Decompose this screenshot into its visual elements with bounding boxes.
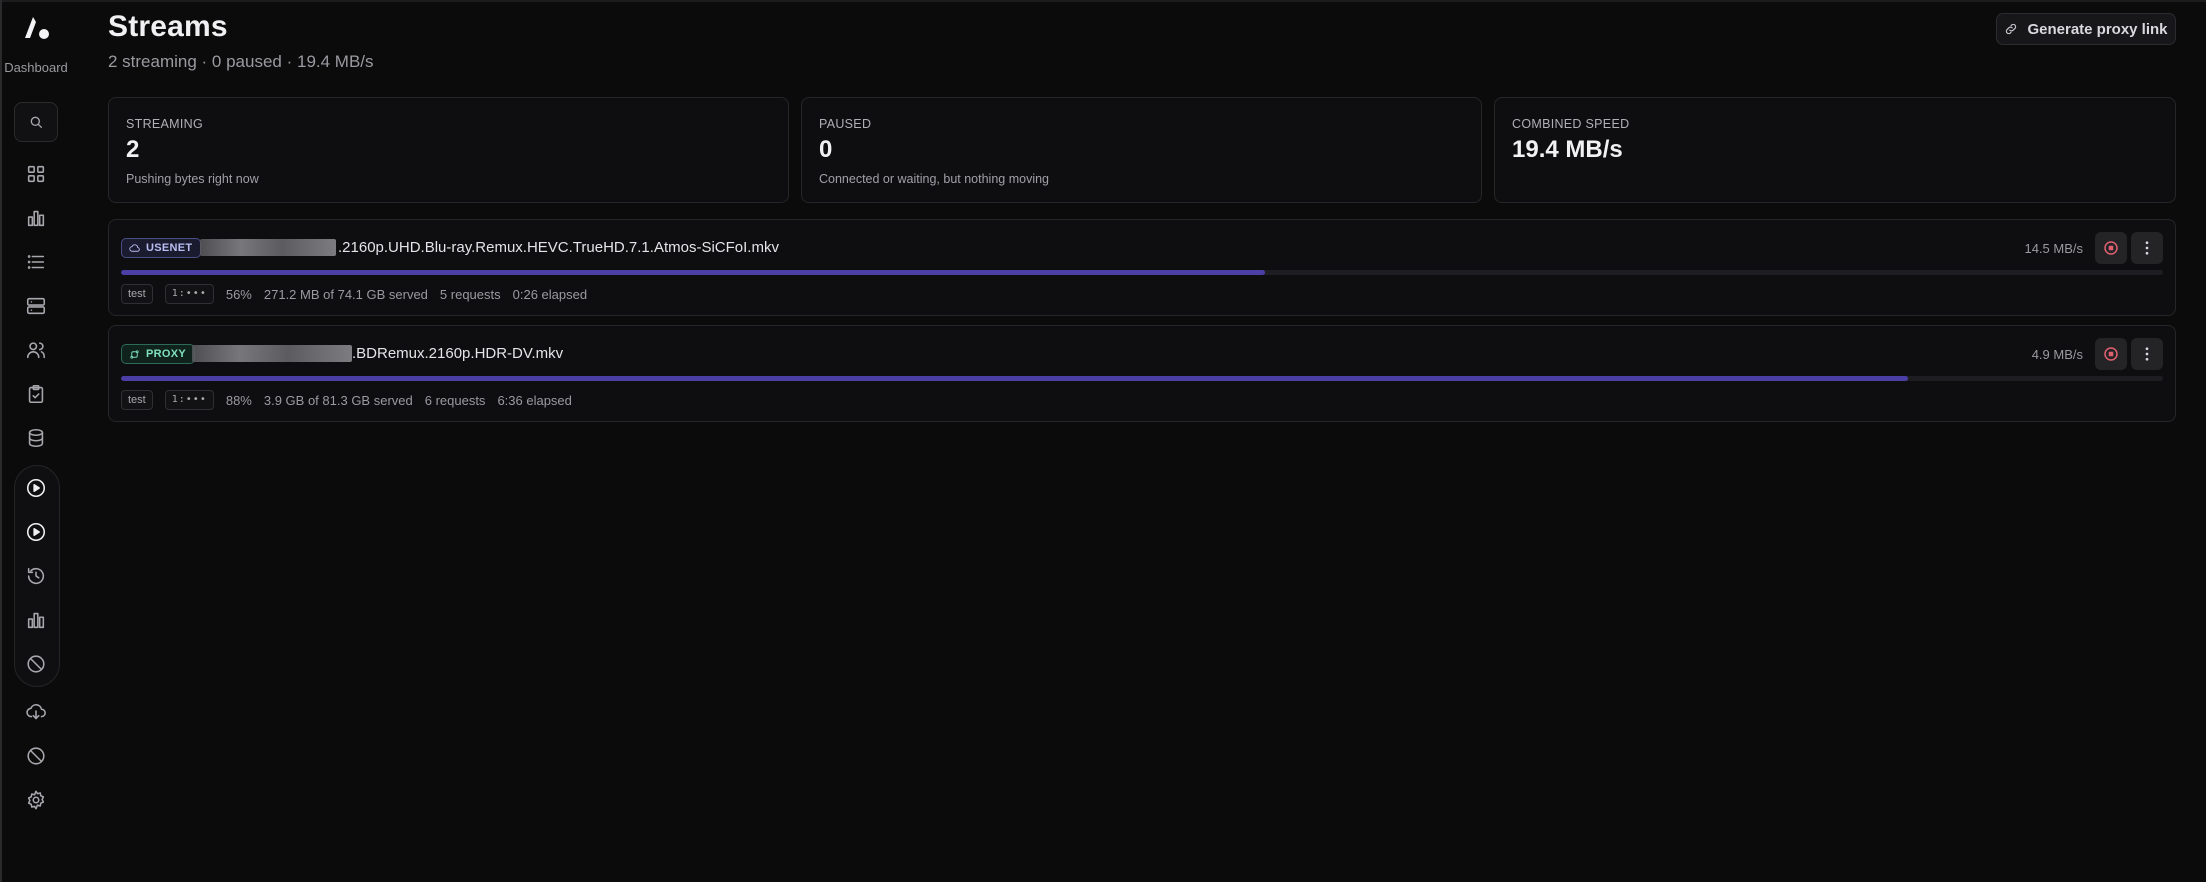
list-icon xyxy=(27,255,45,269)
app-logo[interactable] xyxy=(22,14,52,44)
generate-proxy-link-label: Generate proxy link xyxy=(2027,20,2168,38)
sidebar-search-button[interactable] xyxy=(14,102,58,142)
stream-elapsed: 6:36 elapsed xyxy=(497,392,572,408)
sidebar: Dashboard xyxy=(2,2,70,880)
sidebar-item-streams[interactable] xyxy=(16,470,56,506)
sidebar-item-streams-active[interactable] xyxy=(16,514,56,550)
stream-progress-fill xyxy=(121,270,1265,275)
stat-card-paused: PAUSED 0 Connected or waiting, but nothi… xyxy=(801,97,1482,203)
stream-filename: .2160p.UHD.Blu-ray.Remux.HEVC.TrueHD.7.1… xyxy=(338,239,779,256)
sidebar-item-analytics[interactable] xyxy=(16,200,56,236)
sidebar-item-history[interactable] xyxy=(16,558,56,594)
stat-caption: Connected or waiting, but nothing moving xyxy=(819,172,1050,186)
stream-menu-button[interactable] xyxy=(2131,232,2163,264)
cloud-icon xyxy=(129,244,140,252)
stat-value: 19.4 MB/s xyxy=(1512,136,1623,163)
cloud-download-icon xyxy=(26,704,46,720)
stream-row: USENET .2160p.UHD.Blu-ray.Remux.HEVC.Tru… xyxy=(108,219,2176,316)
stop-stream-button[interactable] xyxy=(2095,232,2127,264)
stream-progress-bar xyxy=(121,376,2163,381)
stat-label: PAUSED xyxy=(819,117,872,131)
stream-filename: .BDRemux.2160p.HDR-DV.mkv xyxy=(352,345,564,362)
ip-tag[interactable]: 1:••• xyxy=(164,390,214,410)
stream-progress-bar xyxy=(121,270,2163,275)
generate-proxy-link-button[interactable]: Generate proxy link xyxy=(1996,13,2176,45)
stream-percent: 56% xyxy=(225,286,252,302)
server-icon xyxy=(26,297,46,315)
stream-served: 3.9 GB of 81.3 GB served xyxy=(263,392,413,408)
history-icon xyxy=(27,567,45,585)
grid-icon xyxy=(27,165,45,183)
stream-served: 271.2 MB of 74.1 GB served xyxy=(263,286,428,302)
stat-caption: Pushing bytes right now xyxy=(126,172,259,186)
users-icon xyxy=(26,342,46,359)
play-circle-icon xyxy=(26,478,46,498)
stop-circle-icon xyxy=(2104,241,2118,255)
stream-meta: test 1:••• 88% 3.9 GB of 81.3 GB served … xyxy=(121,390,572,410)
ban-icon xyxy=(27,655,45,673)
page-title: Streams xyxy=(108,10,228,43)
stream-elapsed: 0:26 elapsed xyxy=(512,286,588,302)
clipboard-check-icon xyxy=(28,384,44,404)
page-subtitle: 2 streaming · 0 paused · 19.4 MB/s xyxy=(108,52,374,71)
stat-card-streaming: STREAMING 2 Pushing bytes right now xyxy=(108,97,789,203)
sidebar-item-settings[interactable] xyxy=(16,782,56,818)
stream-progress-fill xyxy=(121,376,1908,381)
sidebar-item-blocklist[interactable] xyxy=(16,738,56,774)
sidebar-item-database[interactable] xyxy=(16,420,56,456)
stat-value: 2 xyxy=(126,136,140,163)
stream-meta: test 1:••• 56% 271.2 MB of 74.1 GB serve… xyxy=(121,284,587,304)
sidebar-item-stream-stats[interactable] xyxy=(16,602,56,638)
sidebar-item-downloads[interactable] xyxy=(16,694,56,730)
stream-requests: 5 requests xyxy=(439,286,501,302)
play-circle-icon xyxy=(26,522,46,542)
stream-percent: 88% xyxy=(225,392,252,408)
source-badge-proxy: PROXY xyxy=(121,344,196,364)
stream-speed: 4.9 MB/s xyxy=(2031,347,2083,362)
database-icon xyxy=(28,428,44,448)
sidebar-item-stream-blocklist[interactable] xyxy=(16,646,56,682)
more-vertical-icon xyxy=(2145,241,2149,255)
stat-value: 0 xyxy=(819,136,833,163)
user-tag: test xyxy=(121,390,153,410)
ip-tag[interactable]: 1:••• xyxy=(164,284,214,304)
more-vertical-icon xyxy=(2145,347,2149,361)
stop-stream-button[interactable] xyxy=(2095,338,2127,370)
ban-icon xyxy=(27,747,45,765)
stream-row: PROXY .BDRemux.2160p.HDR-DV.mkv 4.9 MB/s… xyxy=(108,325,2176,422)
redacted-filename-prefix xyxy=(192,345,352,362)
gear-icon xyxy=(27,790,45,810)
redacted-filename-prefix xyxy=(200,239,336,256)
proxy-route-icon xyxy=(130,350,139,359)
stop-circle-icon xyxy=(2104,347,2118,361)
bar-chart-icon xyxy=(27,612,45,629)
sidebar-logo-label: Dashboard xyxy=(4,60,68,75)
bar-chart-icon xyxy=(27,210,45,227)
search-icon xyxy=(30,116,42,128)
stream-menu-button[interactable] xyxy=(2131,338,2163,370)
stat-card-combined-speed: COMBINED SPEED 19.4 MB/s xyxy=(1494,97,2176,203)
source-badge-label: PROXY xyxy=(146,348,187,360)
window-top-edge xyxy=(0,0,2206,2)
sidebar-item-users[interactable] xyxy=(16,332,56,368)
stream-speed: 14.5 MB/s xyxy=(2024,241,2083,256)
sidebar-item-list[interactable] xyxy=(16,244,56,280)
sidebar-item-dashboard[interactable] xyxy=(16,156,56,192)
stream-requests: 6 requests xyxy=(424,392,486,408)
user-tag: test xyxy=(121,284,153,304)
stat-label: COMBINED SPEED xyxy=(1512,117,1630,131)
sidebar-item-servers[interactable] xyxy=(16,288,56,324)
source-badge-usenet: USENET xyxy=(121,238,202,258)
stat-label: STREAMING xyxy=(126,117,204,131)
sidebar-item-tasks[interactable] xyxy=(16,376,56,412)
source-badge-label: USENET xyxy=(146,242,193,254)
link-icon xyxy=(2006,23,2017,35)
